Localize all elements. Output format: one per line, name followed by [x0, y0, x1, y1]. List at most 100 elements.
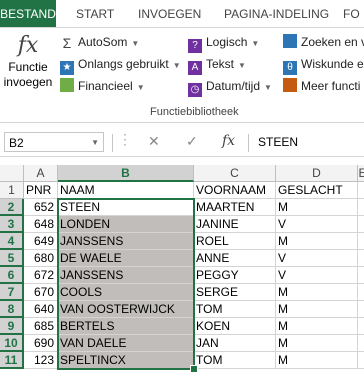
row-header[interactable]: 4 — [0, 233, 24, 250]
fill-handle[interactable] — [190, 365, 198, 373]
name-box[interactable]: B2 ▼ — [4, 132, 104, 152]
cell-naam[interactable]: DE WAELE — [58, 250, 194, 267]
cell-geslacht[interactable]: M — [276, 233, 358, 250]
row-header[interactable]: 3 — [0, 216, 24, 233]
cell-voornaam[interactable]: TOM — [194, 301, 276, 318]
cell[interactable] — [358, 250, 364, 267]
row-header[interactable]: 8 — [0, 301, 24, 318]
more-functions-label: Meer functi — [301, 79, 361, 93]
cell[interactable] — [358, 318, 364, 335]
text-button[interactable]: A Tekst ▼ — [188, 54, 246, 75]
cell-pnr[interactable]: 649 — [24, 233, 58, 250]
cell-pnr[interactable]: 690 — [24, 335, 58, 352]
cell-voornaam[interactable]: JANINE — [194, 216, 276, 233]
math-button[interactable]: θ Wiskunde e — [283, 54, 364, 75]
row-header[interactable]: 9 — [0, 318, 24, 335]
cell-naam[interactable]: JANSSENS — [58, 267, 194, 284]
autosum-button[interactable]: Σ AutoSom ▼ — [60, 32, 140, 52]
column-header-b[interactable]: B — [58, 165, 194, 182]
divider — [112, 134, 113, 152]
formula-bar: B2 ▼ ⋮ ✕ ✓ fx STEEN — [0, 130, 364, 157]
datetime-label: Datum/tijd — [206, 79, 261, 93]
cell-naam[interactable]: JANSSENS — [58, 233, 194, 250]
tab-formules[interactable]: FO — [343, 0, 360, 27]
cell-geslacht[interactable]: M — [276, 301, 358, 318]
cell-voornaam[interactable]: KOEN — [194, 318, 276, 335]
row-header[interactable]: 10 — [0, 335, 24, 352]
cell-geslacht[interactable]: M — [276, 352, 358, 369]
recently-used-button[interactable]: ★ Onlangs gebruikt ▼ — [60, 54, 181, 75]
lookup-button[interactable]: Zoeken en v — [283, 32, 364, 52]
cell[interactable] — [358, 352, 364, 369]
logical-button[interactable]: ? Logisch ▼ — [188, 32, 259, 53]
enter-icon[interactable]: ✓ — [186, 133, 198, 150]
row-header[interactable]: 7 — [0, 284, 24, 301]
tab-invoegen[interactable]: INVOEGEN — [138, 0, 201, 27]
tab-pagina-indeling[interactable]: PAGINA-INDELING — [224, 0, 329, 27]
row-header[interactable]: 2 — [0, 199, 24, 216]
cell-pnr[interactable]: 685 — [24, 318, 58, 335]
cell-pnr[interactable]: 680 — [24, 250, 58, 267]
financial-label: Financieel — [78, 79, 133, 93]
function-icon[interactable]: fx — [222, 133, 235, 149]
column-header-e[interactable]: E — [358, 165, 364, 182]
chevron-down-icon[interactable]: ▼ — [91, 133, 99, 153]
row-header[interactable]: 1 — [0, 182, 24, 199]
cell-naam[interactable]: NAAM — [58, 182, 194, 199]
cell-pnr[interactable]: 640 — [24, 301, 58, 318]
cell[interactable] — [358, 267, 364, 284]
cell-geslacht[interactable]: M — [276, 318, 358, 335]
row-header[interactable]: 6 — [0, 267, 24, 284]
cell-geslacht[interactable]: V — [276, 267, 358, 284]
formula-input[interactable]: STEEN — [258, 132, 298, 152]
column-header-d[interactable]: D — [276, 165, 358, 182]
cell-naam[interactable]: SPELTINCX — [58, 352, 194, 369]
book-icon — [60, 78, 74, 92]
cell-geslacht[interactable]: M — [276, 199, 358, 216]
cell-pnr[interactable]: 123 — [24, 352, 58, 369]
cell-voornaam[interactable]: ANNE — [194, 250, 276, 267]
cell[interactable] — [358, 199, 364, 216]
datetime-button[interactable]: ◷ Datum/tijd ▼ — [188, 76, 272, 97]
insert-function-button[interactable]: fx Functie invoegen — [2, 32, 54, 90]
cell-voornaam[interactable]: JAN — [194, 335, 276, 352]
cell[interactable] — [358, 335, 364, 352]
cell-voornaam[interactable]: ROEL — [194, 233, 276, 250]
cell-voornaam[interactable]: SERGE — [194, 284, 276, 301]
cell[interactable] — [358, 233, 364, 250]
cell-voornaam[interactable]: PEGGY — [194, 267, 276, 284]
row-header[interactable]: 11 — [0, 352, 24, 369]
cell-geslacht[interactable]: V — [276, 250, 358, 267]
cell-geslacht[interactable]: GESLACHT — [276, 182, 358, 199]
column-header-c[interactable]: C — [194, 165, 276, 182]
cell[interactable] — [358, 284, 364, 301]
cell-naam[interactable]: VAN DAELE — [58, 335, 194, 352]
cell-naam[interactable]: STEEN — [58, 199, 194, 216]
cancel-icon[interactable]: ✕ — [148, 133, 160, 150]
cell-pnr[interactable]: 652 — [24, 199, 58, 216]
more-functions-button[interactable]: Meer functi — [283, 76, 360, 96]
tab-start[interactable]: START — [76, 0, 114, 27]
cell[interactable] — [358, 182, 364, 199]
cell-geslacht[interactable]: V — [276, 216, 358, 233]
cell-pnr[interactable]: 672 — [24, 267, 58, 284]
cell-geslacht[interactable]: M — [276, 284, 358, 301]
cell-geslacht[interactable]: M — [276, 335, 358, 352]
column-header-a[interactable]: A — [24, 165, 58, 182]
select-all-corner[interactable] — [0, 165, 24, 182]
cell-naam[interactable]: COOLS — [58, 284, 194, 301]
tab-bestand[interactable]: BESTAND — [0, 0, 56, 27]
cell[interactable] — [358, 301, 364, 318]
cell-voornaam[interactable]: VOORNAAM — [194, 182, 276, 199]
cell-pnr[interactable]: 670 — [24, 284, 58, 301]
cell-naam[interactable]: BERTELS — [58, 318, 194, 335]
cell-voornaam[interactable]: TOM — [194, 352, 276, 369]
cell-pnr[interactable]: 648 — [24, 216, 58, 233]
financial-button[interactable]: Financieel ▼ — [60, 76, 145, 96]
cell-naam[interactable]: VAN OOSTERWIJCK — [58, 301, 194, 318]
cell-voornaam[interactable]: MAARTEN — [194, 199, 276, 216]
cell[interactable] — [358, 216, 364, 233]
row-header[interactable]: 5 — [0, 250, 24, 267]
cell-pnr[interactable]: PNR — [24, 182, 58, 199]
cell-naam[interactable]: LONDEN — [58, 216, 194, 233]
